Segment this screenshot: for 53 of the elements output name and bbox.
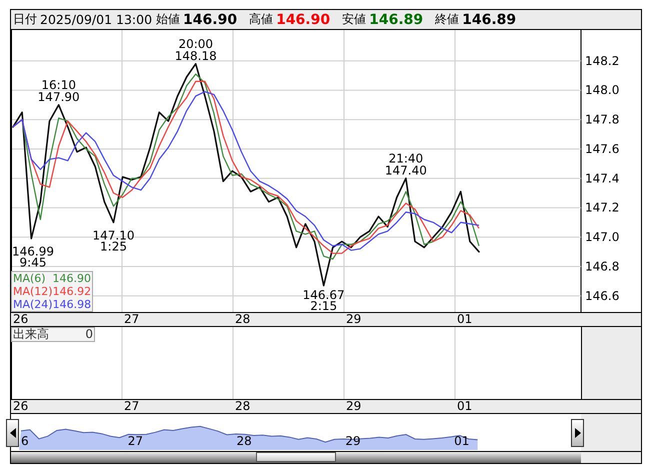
legend-value: 146.98 [52,298,92,311]
legend-label: MA(6) [13,272,46,285]
trough-annotation: 146.99 9:45 [12,244,54,270]
field-label: 終値 [435,11,460,28]
price-value: 146.90 [276,12,330,28]
legend-label: MA(12) [13,285,53,298]
field-label: 安値 [342,11,366,28]
legend-label: MA(24) [13,298,53,311]
date-label: 27 [124,400,140,413]
y-tick-label: 146.6 [585,288,620,303]
field-label: 始値 [156,11,180,28]
y-tick-label: 146.8 [585,259,620,274]
y-tick-label: 147.8 [585,112,620,127]
left-arrow-icon [10,428,16,438]
price-value: 146.89 [369,12,424,28]
trough-annotation: 146.67 2:15 [302,288,345,312]
peak-annotation: 21:40 147.40 [384,151,427,178]
y-tick-label: 147.2 [585,200,620,215]
date-label: 26 [13,313,28,326]
navigator-date-label: 28 [236,435,252,448]
date-label: 28 [235,313,250,326]
y-tick-label: 147.4 [585,171,620,186]
price-value: 146.89 [462,12,516,28]
date-label: 01 [457,313,472,326]
scroll-left-button[interactable] [6,419,19,447]
legend-value: 146.92 [52,285,92,298]
scrollbar-thumb[interactable] [256,452,336,462]
date-label: 29 [346,313,362,326]
date-label: 27 [124,313,140,326]
date-label: 28 [235,400,250,413]
trough-annotation: 147.10 1:25 [92,228,134,254]
volume-value: 0 [85,328,93,341]
y-tick-label: 148.2 [585,54,620,68]
y-tick-label: 147.0 [585,230,620,244]
field-label: 日付 [13,11,37,28]
navigator-date-label: 01 [454,435,470,448]
peak-annotation: 16:10 147.90 [38,78,80,104]
peak-annotation: 20:00 148.18 [174,36,217,63]
scroll-right-button[interactable] [571,419,584,447]
date-label: 01 [457,400,472,413]
date-label: 29 [346,400,362,413]
navigator-date-label: 27 [128,435,144,448]
y-tick-label: 147.6 [585,142,620,156]
date-label: 26 [13,400,28,413]
legend-value: 146.90 [52,272,91,285]
right-arrow-icon [574,428,580,438]
field-label: 高値 [249,11,274,28]
price-value: 146.90 [183,12,238,28]
navigator-date-label: 6 [21,435,29,448]
volume-label: 出来高 [13,328,49,341]
navigator-date-label: 29 [345,435,361,448]
y-tick-label: 148.0 [585,83,620,98]
date-value: 2025/09/01 13:00 [40,12,152,27]
